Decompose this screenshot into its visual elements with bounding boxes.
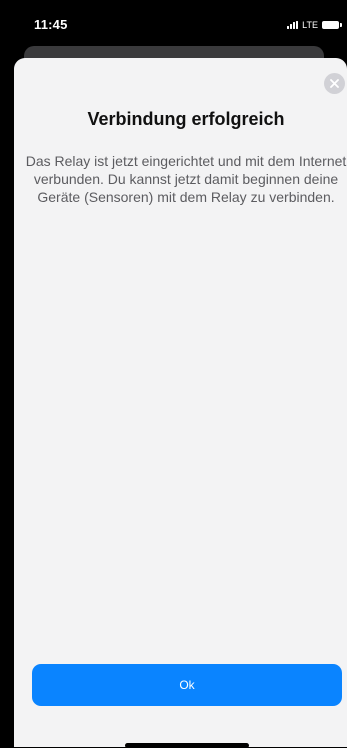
modal-sheet: Verbindung erfolgreich Das Relay ist jet… [14,58,347,748]
close-icon [330,79,339,88]
battery-icon [322,21,342,29]
ok-button[interactable]: Ok [32,664,342,706]
status-bar: 11:45 LTE [0,0,347,46]
dialog-message: Das Relay ist jetzt eingerichtet und mit… [25,153,347,205]
network-type: LTE [302,20,318,30]
close-button[interactable] [324,73,345,94]
status-indicators: LTE [287,20,342,30]
signal-icon [287,21,299,29]
home-indicator[interactable] [125,743,249,748]
dialog-title: Verbindung erfolgreich [87,109,285,129]
status-time: 11:45 [34,17,68,32]
